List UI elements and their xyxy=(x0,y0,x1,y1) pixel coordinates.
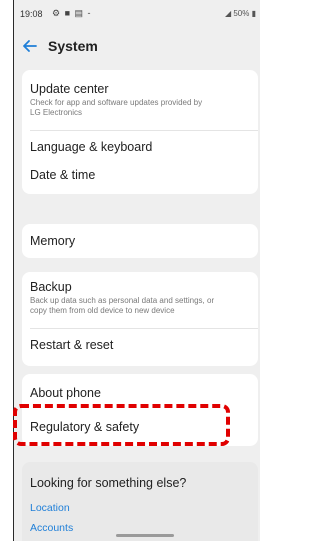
update-center-title: Update center xyxy=(30,82,109,96)
restart-reset-item[interactable]: Restart & reset xyxy=(30,338,252,352)
suggestions-title: Looking for something else? xyxy=(30,476,187,490)
phone-screen: 19:08 ⚙ ■ ▤ - ◢ 50% ▮ System Update cent… xyxy=(14,0,260,541)
status-bar: 19:08 ⚙ ■ ▤ - ◢ 50% ▮ xyxy=(14,0,260,26)
settings-card-backup: Backup Back up data such as personal dat… xyxy=(22,272,258,366)
restart-reset-title: Restart & reset xyxy=(30,338,114,352)
battery-indicator: ◢ 50% ▮ xyxy=(224,9,256,18)
memory-item[interactable]: Memory xyxy=(30,234,252,248)
settings-card-general: Update center Check for app and software… xyxy=(22,70,258,194)
backup-item[interactable]: Backup Back up data such as personal dat… xyxy=(30,280,252,316)
update-center-subtitle-2: LG Electronics xyxy=(30,108,83,117)
status-time: 19:08 xyxy=(20,9,43,19)
backup-subtitle-2: copy them from old device to new device xyxy=(30,306,175,315)
about-phone-item[interactable]: About phone xyxy=(30,386,252,400)
page-title: System xyxy=(48,38,98,54)
accounts-link[interactable]: Accounts xyxy=(30,522,252,534)
update-center-item[interactable]: Update center Check for app and software… xyxy=(30,82,252,118)
backup-title: Backup xyxy=(30,280,72,294)
date-time-item[interactable]: Date & time xyxy=(30,168,252,182)
highlight-annotation-box xyxy=(13,404,230,446)
about-phone-title: About phone xyxy=(30,386,101,400)
notification-icons: ⚙ ■ ▤ - xyxy=(52,8,92,18)
suggestions-card: Looking for something else? Location Acc… xyxy=(22,462,258,541)
settings-card-memory: Memory xyxy=(22,224,258,258)
suggestion-link-location[interactable]: Location xyxy=(30,502,252,514)
back-arrow-icon[interactable] xyxy=(20,36,40,56)
memory-title: Memory xyxy=(30,234,76,248)
app-bar: System xyxy=(14,30,260,64)
suggestion-link-accounts[interactable]: Accounts xyxy=(30,522,252,534)
divider xyxy=(30,328,258,329)
date-time-title: Date & time xyxy=(30,168,96,182)
location-link[interactable]: Location xyxy=(30,502,252,514)
update-center-subtitle-1: Check for app and software updates provi… xyxy=(30,98,203,107)
language-keyboard-item[interactable]: Language & keyboard xyxy=(30,140,252,154)
language-keyboard-title: Language & keyboard xyxy=(30,140,153,154)
backup-subtitle-1: Back up data such as personal data and s… xyxy=(30,296,215,305)
suggestions-header: Looking for something else? xyxy=(30,476,252,490)
divider xyxy=(30,130,258,131)
gesture-nav-handle[interactable] xyxy=(116,534,174,537)
